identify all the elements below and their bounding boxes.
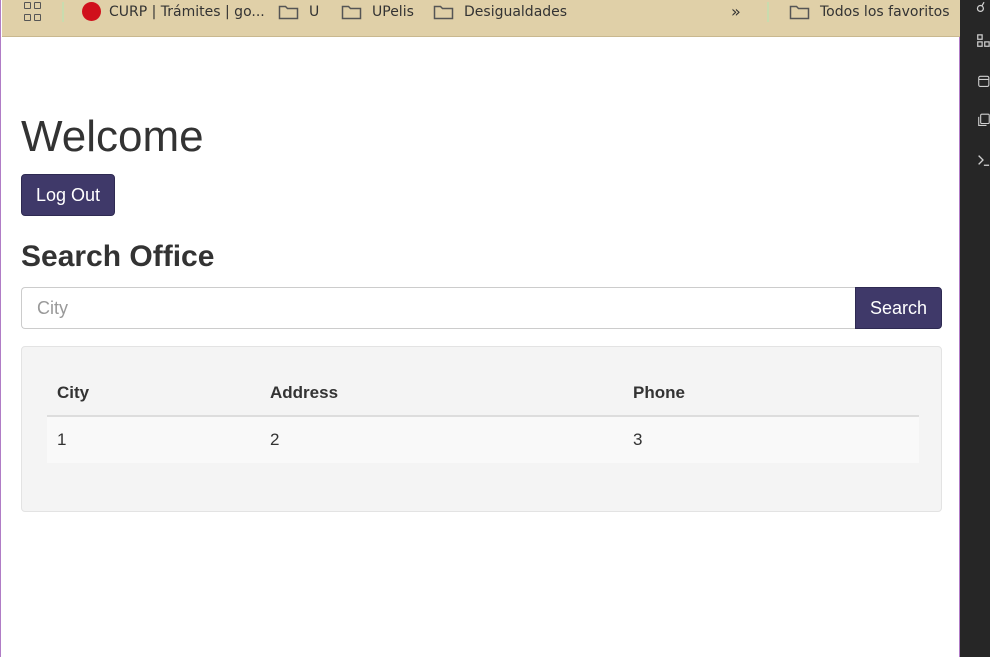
search-button[interactable]: Search	[855, 287, 942, 329]
page-title: Welcome	[21, 112, 204, 161]
bookmark-folder-u[interactable]: U	[278, 0, 319, 23]
copy-icon[interactable]	[976, 113, 990, 127]
bookmark-curp[interactable]: CURP | Trámites | go...	[82, 0, 265, 23]
logout-button[interactable]: Log Out	[21, 174, 115, 216]
chevron-double-right-icon[interactable]: »	[731, 0, 741, 23]
results-panel: City Address Phone 1 2 3	[21, 346, 942, 512]
bookmark-label: U	[309, 3, 320, 20]
side-panel: ☌	[960, 0, 990, 657]
bookmarks-bar: CURP | Trámites | go... U UPelis Desigua…	[2, 0, 960, 37]
browser-viewport: CURP | Trámites | go... U UPelis Desigua…	[0, 0, 960, 657]
bookmarks-separator	[767, 2, 769, 22]
bookmark-label: UPelis	[372, 3, 414, 20]
terminal-icon[interactable]	[976, 153, 990, 167]
apps-grid-icon[interactable]	[24, 2, 44, 22]
folder-icon	[433, 5, 454, 19]
city-search-input[interactable]	[21, 287, 856, 329]
cell-phone: 3	[633, 430, 643, 449]
cell-city: 1	[57, 430, 67, 449]
folder-icon	[278, 5, 299, 19]
offices-table: City Address Phone 1 2 3	[47, 369, 919, 463]
folder-icon	[789, 5, 810, 19]
bookmark-folder-desigualdades[interactable]: Desigualdades	[433, 0, 567, 23]
apps-icon[interactable]	[976, 34, 990, 48]
bookmark-label: Todos los favoritos	[820, 3, 950, 20]
share-icon[interactable]: ☌	[976, 0, 990, 14]
bookmark-folder-all-favorites[interactable]: Todos los favoritos	[789, 0, 950, 23]
table-header: City Address Phone	[47, 369, 919, 417]
bookmarks-separator	[62, 2, 64, 22]
site-favicon	[82, 2, 101, 21]
column-header-city: City	[57, 383, 90, 402]
bookmark-label: CURP | Trámites | go...	[109, 3, 265, 20]
calendar-icon[interactable]	[976, 74, 990, 88]
section-title: Search Office	[21, 240, 215, 273]
column-header-phone: Phone	[633, 383, 685, 402]
table-row: 1 2 3	[47, 417, 919, 463]
cell-address: 2	[270, 430, 280, 449]
folder-icon	[341, 5, 362, 19]
column-header-address: Address	[270, 383, 339, 402]
bookmark-label: Desigualdades	[464, 3, 568, 20]
bookmark-folder-upelis[interactable]: UPelis	[341, 0, 414, 23]
